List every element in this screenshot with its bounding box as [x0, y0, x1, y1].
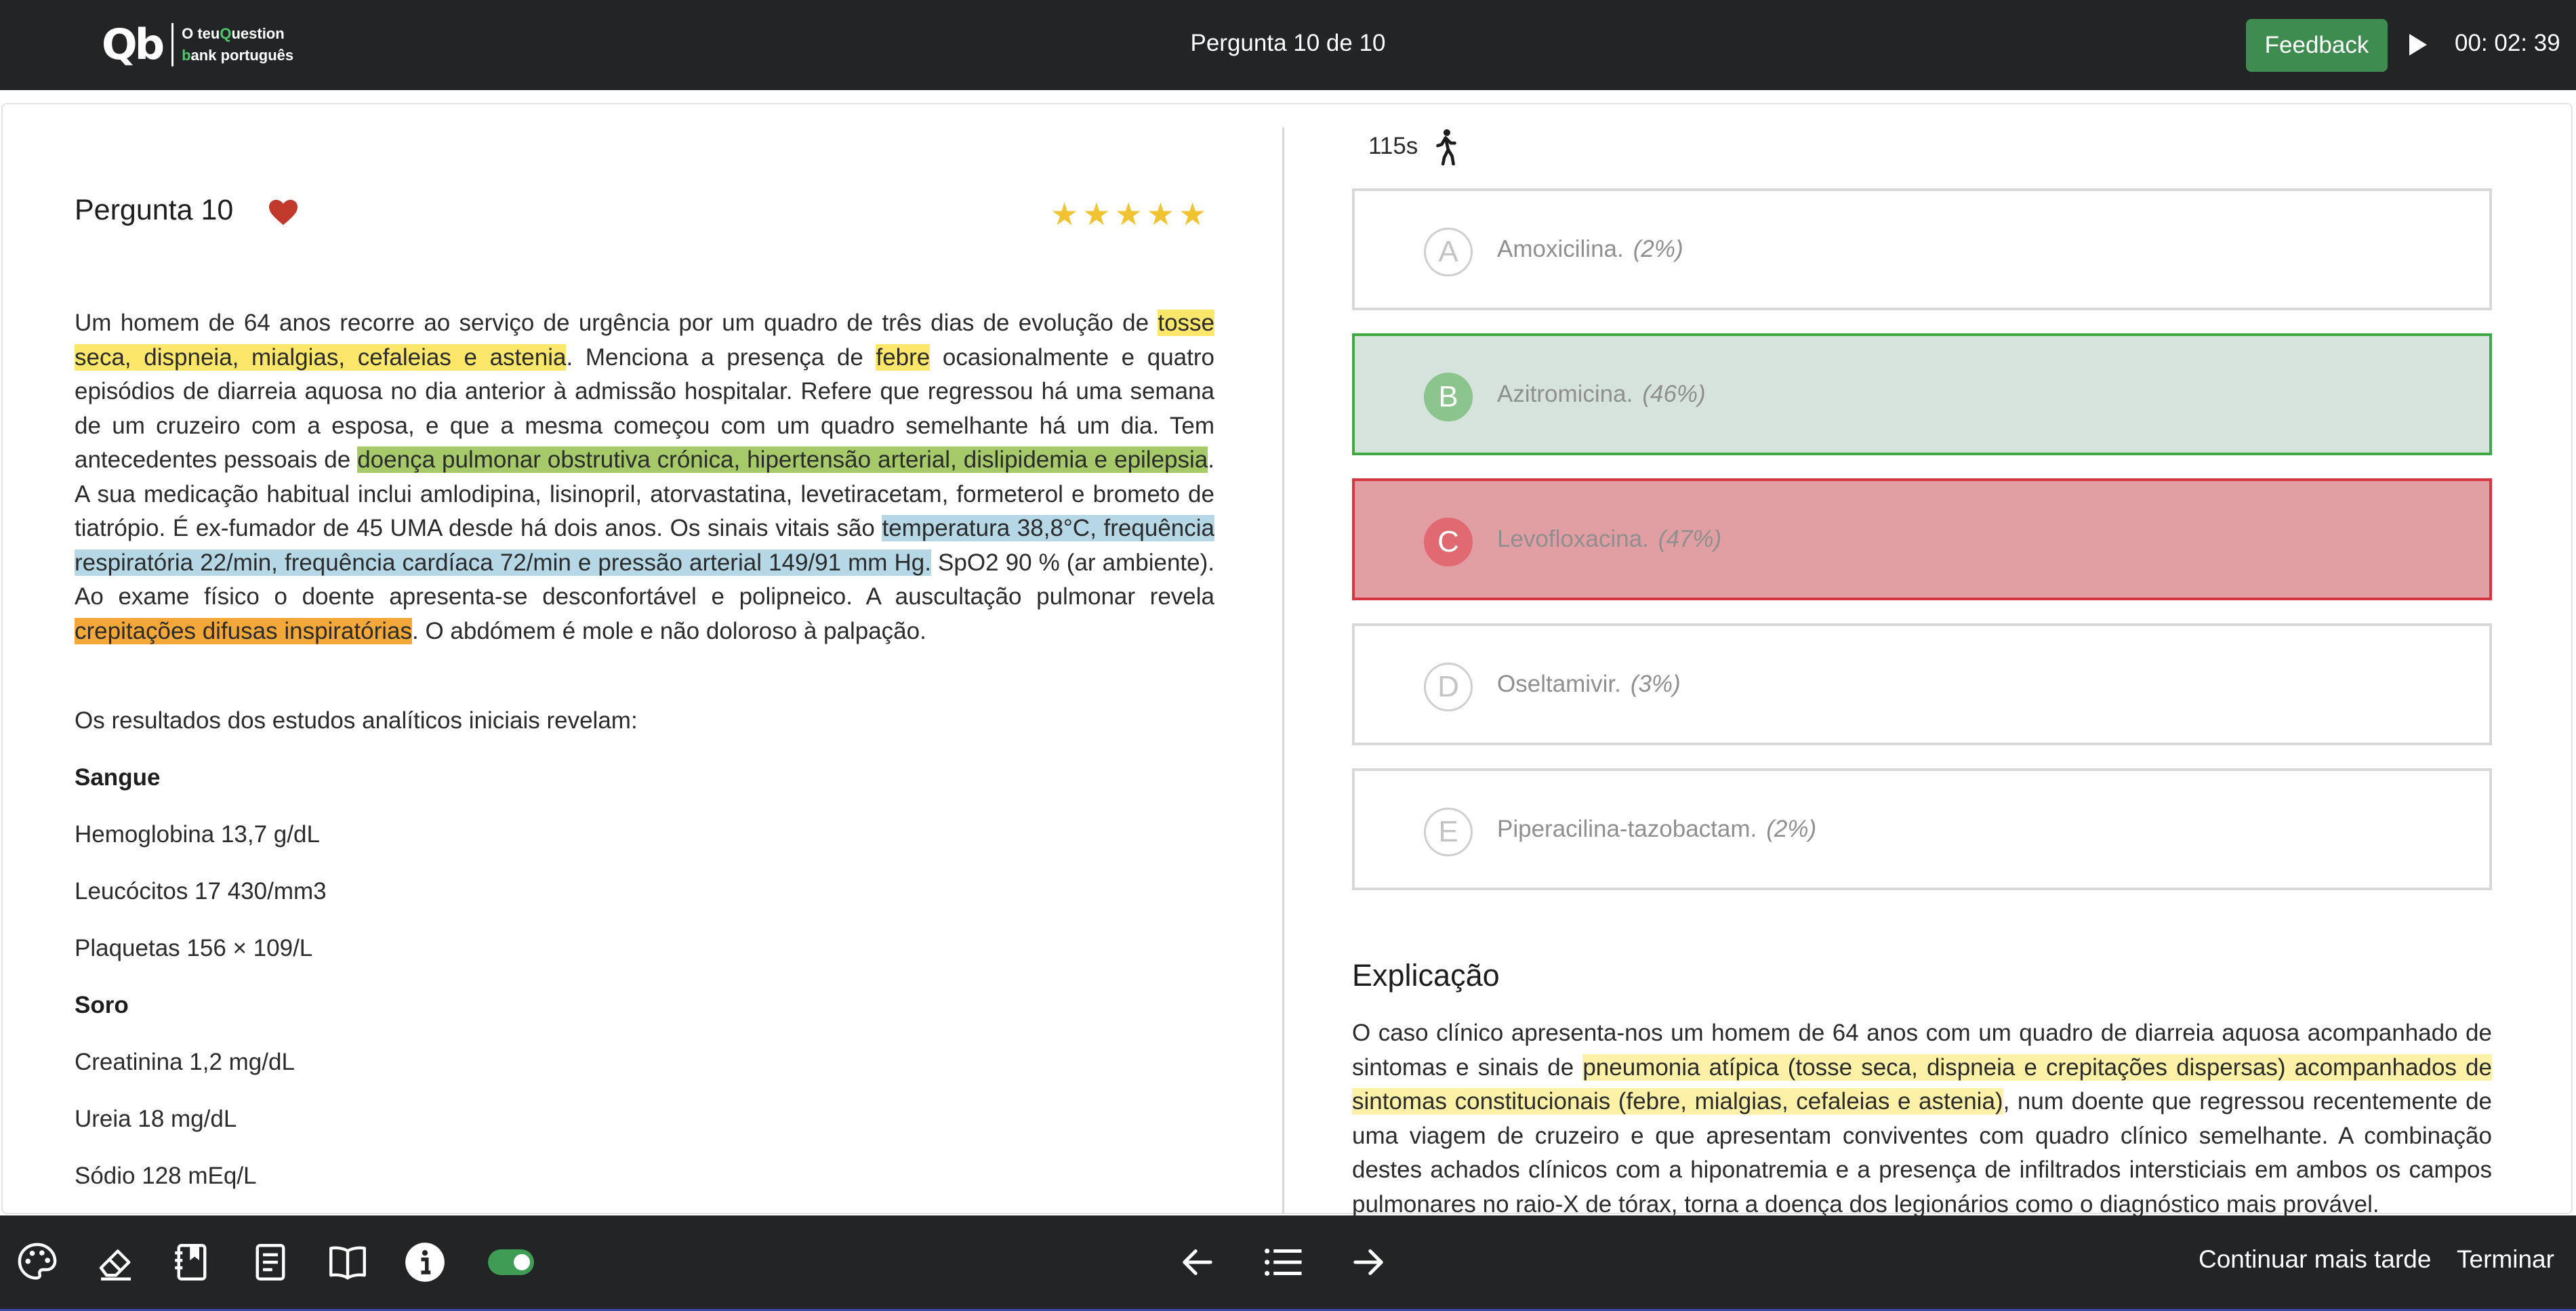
- option-text: Levofloxacina.: [1497, 526, 1649, 552]
- text-segment: Um homem de 64 anos recorre ao serviço d…: [75, 310, 1158, 336]
- section-blood: Sangue: [75, 764, 161, 791]
- explanation-text: O caso clínico apresenta-nos um homem de…: [1352, 1016, 2492, 1222]
- lab-urea: Ureia 18 mg/dL: [75, 1106, 237, 1132]
- star-icon[interactable]: ★: [1179, 198, 1206, 230]
- question-list-icon[interactable]: [1261, 1240, 1305, 1285]
- option-text: Oseltamivir.: [1497, 671, 1621, 697]
- text-segment: . Menciona a presença de: [566, 344, 876, 371]
- option-percentage: (2%): [1766, 816, 1817, 842]
- play-icon[interactable]: [2409, 34, 2427, 56]
- feedback-button[interactable]: Feedback: [2246, 19, 2388, 72]
- walking-person-icon: [1436, 129, 1456, 165]
- star-icon[interactable]: ★: [1050, 198, 1078, 230]
- notes-icon[interactable]: [248, 1240, 293, 1285]
- section-serum: Soro: [75, 992, 129, 1018]
- option-letter: A: [1424, 228, 1473, 276]
- star-icon[interactable]: ★: [1115, 198, 1143, 230]
- option-d[interactable]: D Oseltamivir. (3%): [1352, 623, 2492, 745]
- option-text: Amoxicilina.: [1497, 236, 1624, 262]
- arrow-left-icon[interactable]: [1175, 1240, 1220, 1285]
- highlighted-text[interactable]: crepitações difusas inspiratórias: [75, 617, 413, 644]
- option-label: Amoxicilina. (2%): [1497, 236, 1683, 263]
- option-c[interactable]: C Levofloxacina. (47%): [1352, 478, 2492, 600]
- option-b[interactable]: B Azitromicina. (46%): [1352, 333, 2492, 455]
- arrow-right-icon[interactable]: [1346, 1240, 1391, 1285]
- open-book-icon[interactable]: [325, 1240, 370, 1285]
- option-label: Oseltamivir. (3%): [1497, 671, 1681, 698]
- star-icon[interactable]: ★: [1082, 198, 1110, 230]
- continue-later-button[interactable]: Continuar mais tarde: [2199, 1245, 2431, 1274]
- option-text: Azitromicina.: [1497, 381, 1633, 407]
- finish-button[interactable]: Terminar: [2457, 1245, 2554, 1274]
- lab-sodium: Sódio 128 mEq/L: [75, 1163, 257, 1189]
- star-icon[interactable]: ★: [1147, 198, 1174, 230]
- info-icon[interactable]: [403, 1240, 447, 1285]
- highlighted-text[interactable]: febre: [876, 344, 931, 371]
- lab-hemoglobin: Hemoglobina 13,7 g/dL: [75, 821, 320, 848]
- option-a[interactable]: A Amoxicilina. (2%): [1352, 188, 2492, 310]
- option-label: Piperacilina-tazobactam. (2%): [1497, 816, 1816, 843]
- question-stem: Um homem de 64 anos recorre ao serviço d…: [75, 306, 1214, 648]
- option-percentage: (47%): [1658, 526, 1722, 552]
- option-letter: E: [1424, 808, 1473, 856]
- question-counter: Pergunta 10 de 10: [1190, 30, 1386, 56]
- top-bar: Qb O teuQuestion bank português Pergunta…: [0, 0, 2576, 90]
- option-percentage: (46%): [1642, 381, 1706, 407]
- notebook-bookmark-icon[interactable]: [169, 1240, 214, 1285]
- explanation-title: Explicação: [1352, 958, 1500, 993]
- option-letter: B: [1424, 373, 1473, 421]
- eraser-icon[interactable]: [94, 1240, 138, 1285]
- option-percentage: (3%): [1630, 671, 1681, 697]
- highlighted-text[interactable]: doença pulmonar obstrutiva crónica, hipe…: [357, 446, 1208, 473]
- option-label: Azitromicina. (46%): [1497, 381, 1706, 408]
- question-heading: Pergunta 10: [75, 194, 234, 226]
- toggle-knob: [514, 1254, 530, 1270]
- results-intro: Os resultados dos estudos analíticos ini…: [75, 707, 638, 734]
- panel-divider[interactable]: [1282, 127, 1284, 1214]
- lab-leukocytes: Leucócitos 17 430/mm3: [75, 878, 327, 904]
- text-segment: . O abdómem é mole e não doloroso à palp…: [412, 617, 926, 644]
- palette-icon[interactable]: [15, 1240, 60, 1285]
- favorite-heart-icon[interactable]: [268, 198, 299, 226]
- time-used: 115s: [1368, 133, 1418, 159]
- option-e[interactable]: E Piperacilina-tazobactam. (2%): [1352, 768, 2492, 890]
- lab-platelets: Plaquetas 156 × 109/L: [75, 935, 313, 961]
- lab-creatinine: Creatinina 1,2 mg/dL: [75, 1049, 295, 1075]
- timer: 00: 02: 39: [2455, 30, 2560, 56]
- option-letter: D: [1424, 663, 1473, 711]
- option-label: Levofloxacina. (47%): [1497, 526, 1721, 553]
- option-letter: C: [1424, 518, 1473, 566]
- option-text: Piperacilina-tazobactam.: [1497, 816, 1757, 842]
- option-percentage: (2%): [1633, 236, 1683, 262]
- bottom-toolbar: Continuar mais tarde Terminar: [0, 1215, 2576, 1311]
- rating-stars[interactable]: ★ ★ ★ ★ ★: [1050, 198, 1206, 230]
- highlight-toggle[interactable]: [488, 1249, 534, 1275]
